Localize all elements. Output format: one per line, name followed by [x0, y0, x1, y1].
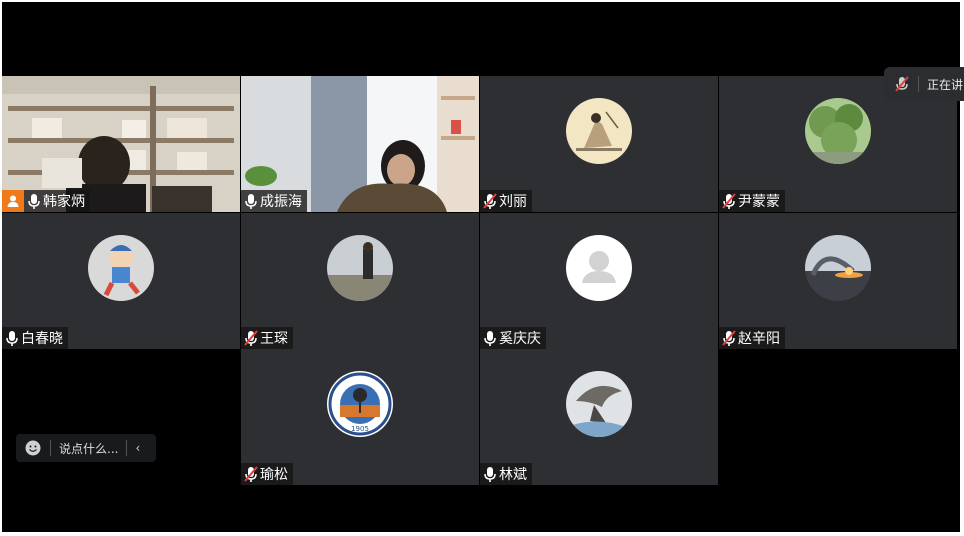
avatar: [566, 98, 632, 164]
avatar: [805, 235, 871, 301]
name-label: 赵辛阳: [719, 327, 785, 349]
name-label: 白春晓: [2, 327, 68, 349]
mic-icon: [245, 194, 257, 209]
muted-mic-icon: [895, 76, 909, 92]
muted-mic-icon: [483, 193, 497, 209]
name-label: 韩家炳: [2, 190, 90, 212]
name-label: 奚庆庆: [480, 327, 546, 349]
mic-icon: [484, 467, 496, 482]
participant-tile-5[interactable]: 王琛: [241, 213, 479, 349]
speaking-indicator[interactable]: 正在讲: [884, 67, 964, 101]
participant-tile-7[interactable]: 赵辛阳: [719, 213, 957, 349]
host-icon: [2, 190, 24, 212]
divider: [918, 76, 919, 92]
participant-tile-0[interactable]: 韩家炳: [2, 76, 240, 212]
participant-tile-8[interactable]: 1905 瑜松: [241, 349, 479, 485]
muted-mic-icon: [244, 466, 258, 482]
participant-tile-9[interactable]: 林斌: [480, 349, 718, 485]
muted-mic-icon: [722, 193, 736, 209]
chat-input-bar[interactable]: 说点什么... ‹: [16, 434, 156, 462]
default-avatar-icon: [566, 235, 632, 301]
emoji-icon[interactable]: [24, 439, 42, 457]
name-label: 王琛: [241, 327, 293, 349]
participant-tile-6[interactable]: 奚庆庆: [480, 213, 718, 349]
speaking-label: 正在讲: [927, 77, 964, 92]
participant-name: 赵辛阳: [738, 331, 780, 347]
participant-name: 白春晓: [21, 331, 63, 347]
participant-name: 瑜松: [260, 467, 288, 483]
name-label: 林斌: [480, 463, 532, 485]
participant-name: 成振海: [260, 194, 302, 210]
participant-name: 尹蒙蒙: [738, 194, 780, 210]
participant-name: 王琛: [260, 331, 288, 347]
muted-mic-icon: [244, 330, 258, 346]
participant-name: 刘丽: [499, 194, 527, 210]
mic-icon: [28, 194, 40, 209]
chat-input[interactable]: 说点什么...: [59, 440, 118, 457]
divider: [50, 440, 51, 456]
avatar: [327, 235, 393, 301]
mic-icon: [6, 331, 18, 346]
avatar: [88, 235, 154, 301]
divider: [126, 440, 128, 456]
name-label: 瑜松: [241, 463, 293, 485]
university-seal-avatar: 1905: [327, 371, 393, 437]
avatar: [805, 98, 871, 164]
name-label: 成振海: [241, 190, 307, 212]
participant-name: 韩家炳: [43, 194, 85, 210]
avatar: [566, 371, 632, 437]
name-label: 尹蒙蒙: [719, 190, 785, 212]
participant-tile-1[interactable]: 成振海: [241, 76, 479, 212]
participant-tile-2[interactable]: 刘丽: [480, 76, 718, 212]
muted-mic-icon: [722, 330, 736, 346]
svg-text:1905: 1905: [351, 425, 369, 433]
video-grid: 韩家炳 成振海 刘丽 尹蒙蒙 白春晓 王琛 奚庆庆 赵辛阳 1905 瑜松 林斌…: [2, 2, 960, 532]
participant-name: 奚庆庆: [499, 331, 541, 347]
participant-tile-4[interactable]: 白春晓: [2, 213, 240, 349]
name-label: 刘丽: [480, 190, 532, 212]
participant-name: 林斌: [499, 467, 527, 483]
mic-icon: [484, 331, 496, 346]
chevron-left-icon[interactable]: ‹: [135, 441, 140, 455]
